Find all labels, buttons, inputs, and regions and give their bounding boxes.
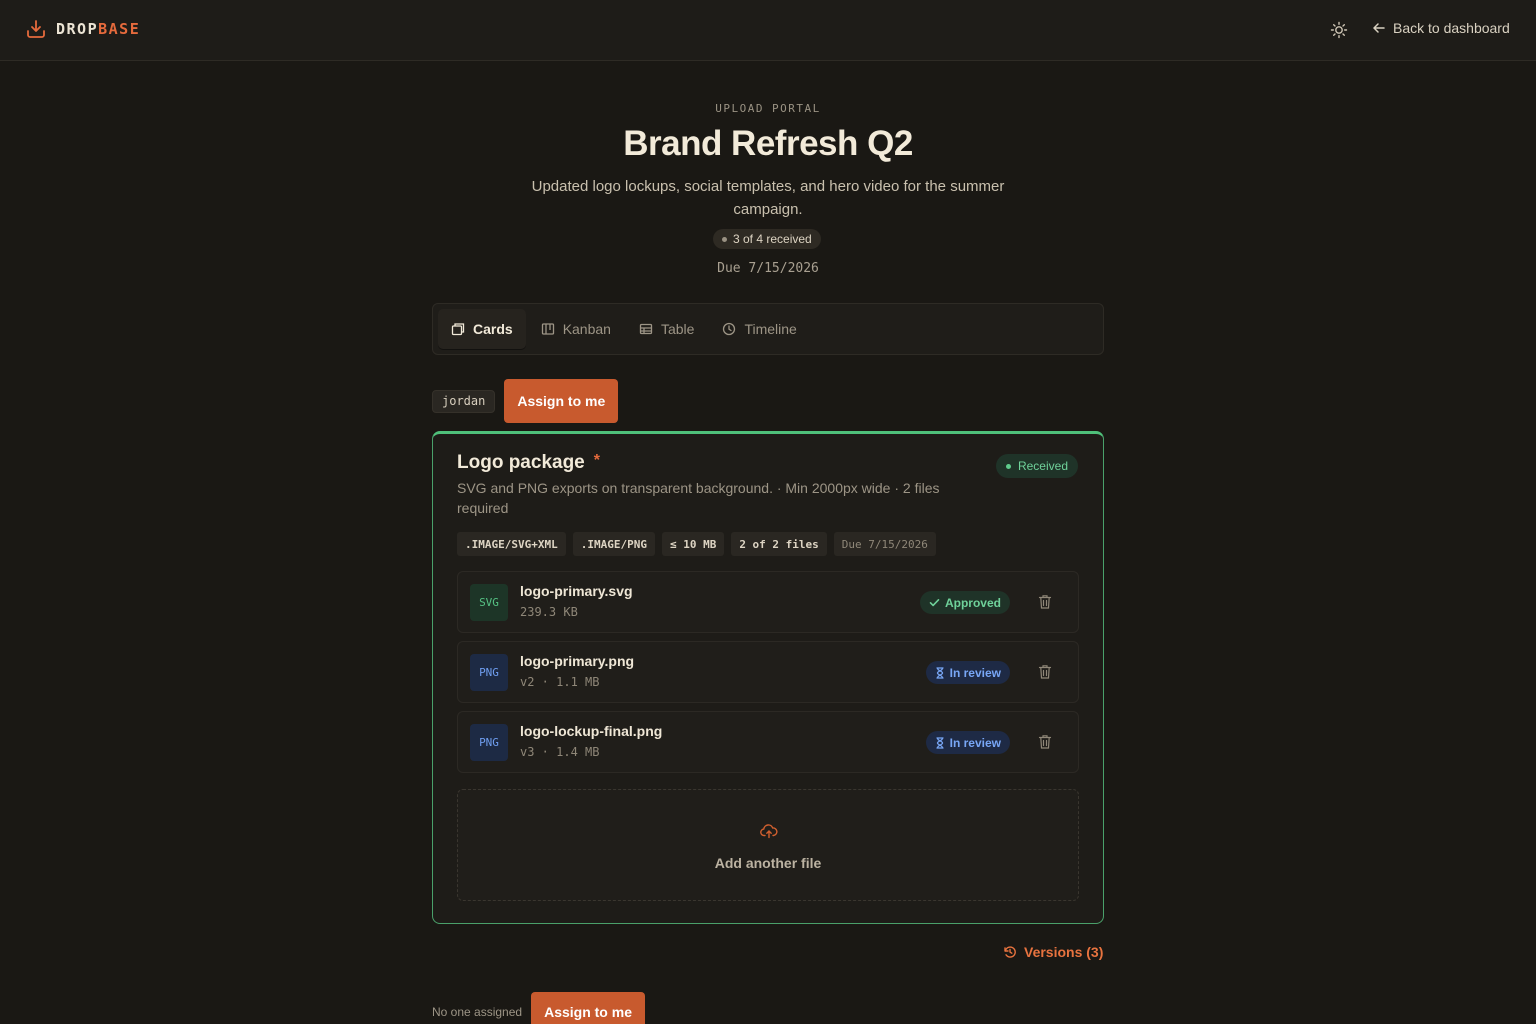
history-icon (1004, 946, 1016, 958)
page-subtitle: Updated logo lockups, social templates, … (531, 178, 1005, 218)
file-meta: v2 · 1.1 MB (520, 675, 600, 689)
kanban-icon (541, 323, 554, 335)
cloud-upload-icon (760, 824, 778, 839)
add-file-label: Add another file (714, 855, 822, 871)
top-bar: DROPBASE Back to dashboard (0, 0, 1536, 61)
table-icon (639, 323, 653, 335)
file-status-label: In review (949, 735, 1001, 750)
file-row[interactable]: PNG logo-lockup-final.png v3 · 1.4 MB In… (457, 711, 1079, 773)
file-status-badge: In review (925, 731, 1010, 754)
file-status-label: In review (949, 665, 1001, 680)
file-status-badge: In review (925, 661, 1010, 684)
assignment-row: No one assigned Assign to me (432, 992, 645, 1024)
status-badge-label: Received (1017, 459, 1068, 473)
request-title-text: Logo package (457, 452, 585, 473)
cards-icon (451, 323, 465, 336)
back-to-dashboard-link[interactable]: Back to dashboard (1372, 20, 1510, 36)
file-type-badge: SVG (470, 584, 508, 621)
check-icon (929, 599, 940, 607)
sun-icon (1330, 21, 1348, 39)
tab-timeline[interactable]: Timeline (709, 309, 809, 349)
file-type-badge: PNG (470, 654, 508, 691)
tab-timeline-label: Timeline (744, 321, 797, 337)
file-meta: v3 · 1.4 MB (520, 745, 600, 759)
requirement-tags: .IMAGE/SVG+XML .IMAGE/PNG ≤ 10 MB 2 of 2… (457, 532, 936, 556)
arrow-left-icon (1373, 23, 1385, 33)
theme-toggle-button[interactable] (1330, 21, 1348, 39)
tag-svg-type: .IMAGE/SVG+XML (457, 532, 566, 556)
tab-table[interactable]: Table (626, 309, 707, 349)
unassigned-label: No one assigned (432, 1005, 523, 1019)
brand-logo[interactable]: DROPBASE (26, 19, 140, 39)
versions-button[interactable]: Versions (3) (1003, 944, 1103, 960)
assign-to-me-button[interactable]: Assign to me (504, 379, 619, 423)
progress-text: 3 of 4 received (733, 232, 812, 246)
tab-kanban[interactable]: Kanban (528, 309, 624, 349)
due-date: Due 7/15/2026 (717, 261, 819, 276)
tab-cards-label: Cards (473, 321, 513, 337)
hourglass-icon (936, 666, 944, 679)
status-dot (1005, 463, 1011, 469)
request-title: Logo package * (457, 452, 600, 474)
clock-icon (723, 322, 736, 336)
file-meta: 239.3 KB (520, 605, 578, 619)
assign-to-me-button[interactable]: Assign to me (531, 992, 645, 1024)
file-row[interactable]: PNG logo-primary.png v2 · 1.1 MB In revi… (457, 641, 1079, 703)
page-title: Brand Refresh Q2 (623, 124, 913, 163)
progress-badge: 3 of 4 received (713, 229, 821, 249)
file-name: logo-primary.png (520, 653, 635, 669)
brand-wordmark: DROPBASE (56, 20, 141, 38)
eyebrow-label: UPLOAD PORTAL (715, 102, 821, 115)
status-badge: Received (995, 454, 1078, 478)
versions-label: Versions (3) (1024, 944, 1104, 960)
trash-icon[interactable] (1038, 594, 1052, 610)
required-marker: * (593, 452, 600, 469)
file-type-badge: PNG (470, 724, 508, 761)
view-tabs: Cards Kanban Table Timeline (432, 303, 1104, 355)
tab-table-label: Table (660, 321, 695, 337)
tag-max-size: ≤ 10 MB (661, 532, 725, 556)
file-name: logo-lockup-final.png (520, 723, 663, 739)
request-card: Logo package * Received SVG and PNG expo… (432, 431, 1104, 924)
tag-file-count: 2 of 2 files (731, 532, 827, 556)
tab-cards[interactable]: Cards (438, 309, 526, 349)
file-status-label: Approved (944, 595, 1001, 610)
assignee-chip: jordan (432, 389, 496, 413)
assignment-row: jordan Assign to me (432, 379, 619, 423)
status-dot (722, 236, 727, 242)
trash-icon[interactable] (1038, 734, 1052, 750)
download-tray-icon (27, 20, 45, 38)
file-row[interactable]: SVG logo-primary.svg 239.3 KB Approved (457, 571, 1079, 633)
add-file-dropzone[interactable]: Add another file (457, 789, 1079, 901)
hourglass-icon (936, 736, 944, 749)
tag-png-type: .IMAGE/PNG (572, 532, 655, 556)
request-description: SVG and PNG exports on transparent backg… (457, 480, 940, 516)
tag-due-date: Due 7/15/2026 (833, 532, 936, 556)
trash-icon[interactable] (1038, 664, 1052, 680)
tab-kanban-label: Kanban (562, 321, 611, 337)
back-link-label: Back to dashboard (1393, 20, 1510, 36)
file-status-badge: Approved (919, 591, 1010, 614)
file-name: logo-primary.svg (520, 583, 633, 599)
